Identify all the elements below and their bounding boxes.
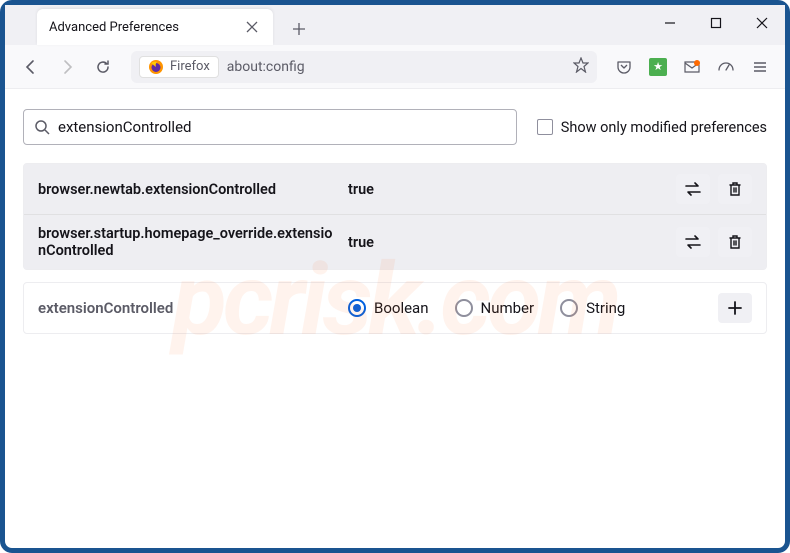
toolbar: Firefox about:config ★ [5, 45, 785, 89]
toggle-button[interactable] [676, 174, 710, 204]
search-input[interactable] [58, 118, 506, 136]
radio-icon [348, 299, 366, 317]
toggle-button[interactable] [676, 227, 710, 257]
window-controls [647, 5, 785, 45]
content-area: Show only modified preferences browser.n… [5, 89, 785, 354]
preferences-table: browser.newtab.extensionControlled true … [23, 163, 767, 270]
new-pref-name: extensionControlled [38, 299, 336, 317]
filter-checkbox[interactable] [537, 119, 553, 135]
extension-icon[interactable]: ★ [643, 52, 673, 82]
pref-row[interactable]: browser.startup.homepage_override.extens… [24, 214, 766, 269]
url-bar[interactable]: Firefox about:config [131, 51, 597, 83]
firefox-icon [148, 59, 164, 75]
pref-value: true [348, 234, 664, 251]
pocket-icon[interactable] [609, 52, 639, 82]
filter-checkbox-row[interactable]: Show only modified preferences [537, 119, 767, 136]
bookmark-star-icon[interactable] [573, 57, 589, 77]
tab-title: Advanced Preferences [49, 20, 243, 35]
dashboard-icon[interactable] [711, 52, 741, 82]
pref-name: browser.startup.homepage_override.extens… [38, 225, 336, 259]
titlebar: Advanced Preferences [5, 5, 785, 45]
search-box[interactable] [23, 109, 517, 145]
search-icon [34, 119, 50, 135]
identity-label: Firefox [170, 59, 210, 74]
radio-boolean[interactable]: Boolean [348, 299, 429, 317]
minimize-button[interactable] [647, 5, 693, 41]
radio-string[interactable]: String [560, 299, 625, 317]
url-text: about:config [227, 59, 565, 75]
window-close-button[interactable] [739, 5, 785, 41]
pref-name: browser.newtab.extensionControlled [38, 181, 336, 198]
back-button[interactable] [15, 51, 47, 83]
delete-button[interactable] [718, 174, 752, 204]
pref-value: true [348, 181, 664, 198]
close-tab-icon[interactable] [243, 18, 261, 36]
browser-tab[interactable]: Advanced Preferences [37, 9, 273, 45]
inbox-icon[interactable] [677, 52, 707, 82]
new-pref-row: extensionControlled Boolean Number Strin… [23, 282, 767, 334]
radio-number[interactable]: Number [455, 299, 535, 317]
add-button[interactable] [718, 293, 752, 323]
menu-button[interactable] [745, 52, 775, 82]
radio-icon [560, 299, 578, 317]
filter-label: Show only modified preferences [561, 119, 767, 136]
identity-box[interactable]: Firefox [139, 56, 219, 78]
pref-row[interactable]: browser.newtab.extensionControlled true [24, 164, 766, 214]
forward-button[interactable] [51, 51, 83, 83]
radio-icon [455, 299, 473, 317]
type-radio-group: Boolean Number String [348, 299, 706, 317]
new-tab-button[interactable] [283, 13, 315, 45]
maximize-button[interactable] [693, 5, 739, 41]
reload-button[interactable] [87, 51, 119, 83]
delete-button[interactable] [718, 227, 752, 257]
